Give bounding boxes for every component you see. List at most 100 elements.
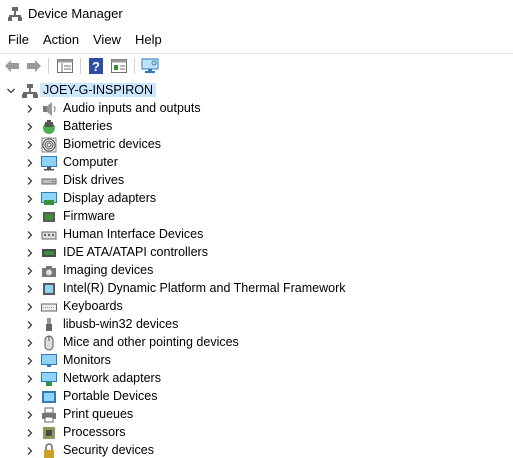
chevron-right-icon[interactable] xyxy=(25,140,35,150)
scan-hardware-button[interactable] xyxy=(140,56,160,76)
tree-item-label: Display adapters xyxy=(63,191,157,205)
properties-icon xyxy=(57,59,73,73)
camera-icon xyxy=(42,266,56,277)
disk-drive-icon xyxy=(41,178,57,185)
chevron-right-icon[interactable] xyxy=(25,446,35,456)
tree-item-label: Processors xyxy=(63,425,126,439)
back-arrow-icon xyxy=(5,60,19,72)
tree-item-imaging[interactable]: Imaging devices xyxy=(0,262,513,280)
chevron-right-icon[interactable] xyxy=(25,212,35,222)
chip-icon xyxy=(43,283,55,295)
menu-bar: File Action View Help xyxy=(0,30,513,50)
tree-item-label: Mice and other pointing devices xyxy=(63,335,239,349)
display-adapter-icon xyxy=(41,192,57,205)
tree-item-label: IDE ATA/ATAPI controllers xyxy=(63,245,208,259)
tree-item-label: Portable Devices xyxy=(63,389,158,403)
tree-item-intel-dptf[interactable]: Intel(R) Dynamic Platform and Thermal Fr… xyxy=(0,280,513,298)
tree-item-print-queues[interactable]: Print queues xyxy=(0,406,513,424)
tree-item-label: Security devices xyxy=(63,443,155,457)
tree-item-libusb[interactable]: libusb-win32 devices xyxy=(0,316,513,334)
speaker-icon xyxy=(43,102,56,116)
chevron-right-icon[interactable] xyxy=(25,428,35,438)
chevron-right-icon[interactable] xyxy=(25,104,35,114)
chevron-right-icon[interactable] xyxy=(25,410,35,420)
tree-item-firmware[interactable]: Firmware xyxy=(0,208,513,226)
menu-view[interactable]: View xyxy=(91,32,123,47)
computer-icon xyxy=(41,156,57,171)
tree-item-hid[interactable]: Human Interface Devices xyxy=(0,226,513,244)
tree-item-display-adapters[interactable]: Display adapters xyxy=(0,190,513,208)
tree-item-computer[interactable]: Computer xyxy=(0,154,513,172)
chevron-down-icon[interactable] xyxy=(6,86,16,96)
tree-item-label: Imaging devices xyxy=(63,263,154,277)
menu-file[interactable]: File xyxy=(6,32,31,47)
device-properties-icon xyxy=(111,59,127,73)
printer-icon xyxy=(42,407,56,423)
menu-action[interactable]: Action xyxy=(41,32,81,47)
fingerprint-icon xyxy=(41,137,57,153)
show-hide-console-tree-button[interactable] xyxy=(55,56,75,76)
chevron-right-icon[interactable] xyxy=(25,230,35,240)
processor-icon xyxy=(43,427,55,439)
chevron-right-icon[interactable] xyxy=(25,194,35,204)
tree-item-ide[interactable]: IDE ATA/ATAPI controllers xyxy=(0,244,513,262)
tree-root[interactable]: JOEY-G-INSPIRON xyxy=(0,82,513,100)
device-tree: JOEY-G-INSPIRON Audio inputs and outputs… xyxy=(0,82,513,458)
menu-help[interactable]: Help xyxy=(133,32,164,47)
tree-item-label: Network adapters xyxy=(63,371,161,385)
tree-item-label: Human Interface Devices xyxy=(63,227,204,241)
toolbar-separator xyxy=(80,58,81,74)
device-properties-button[interactable] xyxy=(109,56,129,76)
tree-item-label: Audio inputs and outputs xyxy=(63,101,201,115)
chevron-right-icon[interactable] xyxy=(25,122,35,132)
tree-item-keyboards[interactable]: Keyboards xyxy=(0,298,513,316)
tree-item-batteries[interactable]: Batteries xyxy=(0,118,513,136)
tree-item-label: Intel(R) Dynamic Platform and Thermal Fr… xyxy=(63,281,346,295)
forward-arrow-icon xyxy=(27,60,41,72)
chevron-right-icon[interactable] xyxy=(25,392,35,402)
chevron-right-icon[interactable] xyxy=(25,266,35,276)
back-button[interactable] xyxy=(2,56,22,76)
tree-item-portable[interactable]: Portable Devices xyxy=(0,388,513,406)
toolbar: ? xyxy=(0,53,513,78)
tree-item-processors[interactable]: Processors xyxy=(0,424,513,442)
chevron-right-icon[interactable] xyxy=(25,338,35,348)
security-device-icon xyxy=(44,443,54,458)
chevron-right-icon[interactable] xyxy=(25,248,35,258)
device-manager-app-icon xyxy=(8,7,22,21)
tree-item-network[interactable]: Network adapters xyxy=(0,370,513,388)
chevron-right-icon[interactable] xyxy=(25,320,35,330)
chevron-right-icon[interactable] xyxy=(25,374,35,384)
tree-item-label: Disk drives xyxy=(63,173,125,187)
chevron-right-icon[interactable] xyxy=(25,284,35,294)
hid-icon xyxy=(41,231,57,240)
tree-item-label: Monitors xyxy=(63,353,111,367)
forward-button[interactable] xyxy=(24,56,44,76)
chevron-right-icon[interactable] xyxy=(25,302,35,312)
toolbar-separator xyxy=(48,58,49,74)
tree-item-security[interactable]: Security devices xyxy=(0,442,513,458)
chevron-right-icon[interactable] xyxy=(25,176,35,186)
tree-root-label: JOEY-G-INSPIRON xyxy=(40,83,156,97)
tree-item-mice[interactable]: Mice and other pointing devices xyxy=(0,334,513,352)
toolbar-separator xyxy=(134,58,135,74)
help-button[interactable]: ? xyxy=(86,56,106,76)
chevron-right-icon[interactable] xyxy=(25,158,35,168)
usb-icon xyxy=(46,318,52,331)
tree-item-label: libusb-win32 devices xyxy=(63,317,179,331)
chevron-right-icon[interactable] xyxy=(25,356,35,366)
monitor-icon xyxy=(41,354,57,367)
monitor-scan-icon xyxy=(141,58,159,73)
tree-item-biometric[interactable]: Biometric devices xyxy=(0,136,513,154)
tree-item-audio[interactable]: Audio inputs and outputs xyxy=(0,100,513,118)
firmware-icon xyxy=(43,212,55,222)
title-bar: Device Manager xyxy=(0,0,513,28)
tree-item-label: Print queues xyxy=(63,407,134,421)
tree-item-label: Computer xyxy=(63,155,118,169)
ide-controller-icon xyxy=(42,249,56,257)
tree-item-monitors[interactable]: Monitors xyxy=(0,352,513,370)
tree-item-disk-drives[interactable]: Disk drives xyxy=(0,172,513,190)
svg-text:?: ? xyxy=(92,59,100,74)
tree-item-label: Biometric devices xyxy=(63,137,161,151)
keyboard-icon xyxy=(41,303,57,312)
